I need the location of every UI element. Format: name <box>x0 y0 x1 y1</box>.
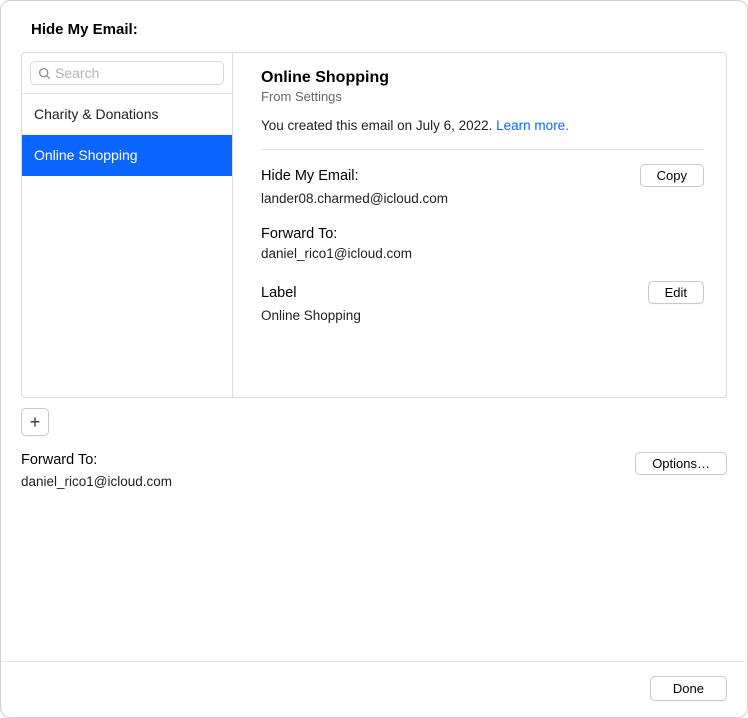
alias-list: Charity & Donations Online Shopping <box>22 94 232 397</box>
search-wrap <box>22 53 232 94</box>
list-item-charity[interactable]: Charity & Donations <box>22 94 232 135</box>
detail-subtitle: From Settings <box>261 89 704 104</box>
add-button[interactable]: + <box>21 408 49 436</box>
page-title: Hide My Email: <box>21 21 727 38</box>
footer: Done <box>1 661 747 701</box>
label-field-value: Online Shopping <box>261 308 704 323</box>
forward-section: Forward To: daniel_rico1@icloud.com Opti… <box>21 452 727 489</box>
hide-my-email-value: lander08.charmed@icloud.com <box>261 191 704 206</box>
field-hide-my-email: Hide My Email: Copy lander08.charmed@icl… <box>261 164 704 206</box>
search-box[interactable] <box>30 61 224 85</box>
detail-created-info: You created this email on July 6, 2022. … <box>261 118 704 133</box>
detail-panel: Online Shopping From Settings You create… <box>233 53 726 397</box>
field-label: Label Edit Online Shopping <box>261 281 704 323</box>
main-panel: Charity & Donations Online Shopping Onli… <box>21 52 727 398</box>
detail-title: Online Shopping <box>261 69 704 87</box>
divider <box>261 149 704 150</box>
search-icon <box>37 66 51 80</box>
search-input[interactable] <box>55 65 217 81</box>
list-item-online-shopping[interactable]: Online Shopping <box>22 135 232 176</box>
created-text: You created this email on July 6, 2022. <box>261 118 496 133</box>
list-item-label: Charity & Donations <box>34 106 159 122</box>
global-forward-value: daniel_rico1@icloud.com <box>21 474 172 489</box>
forward-to-value: daniel_rico1@icloud.com <box>261 246 704 261</box>
plus-icon: + <box>30 412 41 433</box>
below-panel: + Forward To: daniel_rico1@icloud.com Op… <box>21 408 727 489</box>
done-button[interactable]: Done <box>650 676 727 701</box>
sidebar: Charity & Donations Online Shopping <box>22 53 233 397</box>
field-forward-to: Forward To: daniel_rico1@icloud.com <box>261 226 704 261</box>
label-field-label: Label <box>261 285 296 301</box>
hide-my-email-label: Hide My Email: <box>261 168 359 184</box>
forward-to-label: Forward To: <box>261 226 337 242</box>
learn-more-link[interactable]: Learn more. <box>496 118 569 133</box>
options-button[interactable]: Options… <box>635 452 727 475</box>
copy-button[interactable]: Copy <box>640 164 704 187</box>
edit-button[interactable]: Edit <box>648 281 704 304</box>
list-item-label: Online Shopping <box>34 147 138 163</box>
global-forward-label: Forward To: <box>21 452 172 468</box>
hide-my-email-window: Hide My Email: Charity & Donations <box>0 0 748 718</box>
